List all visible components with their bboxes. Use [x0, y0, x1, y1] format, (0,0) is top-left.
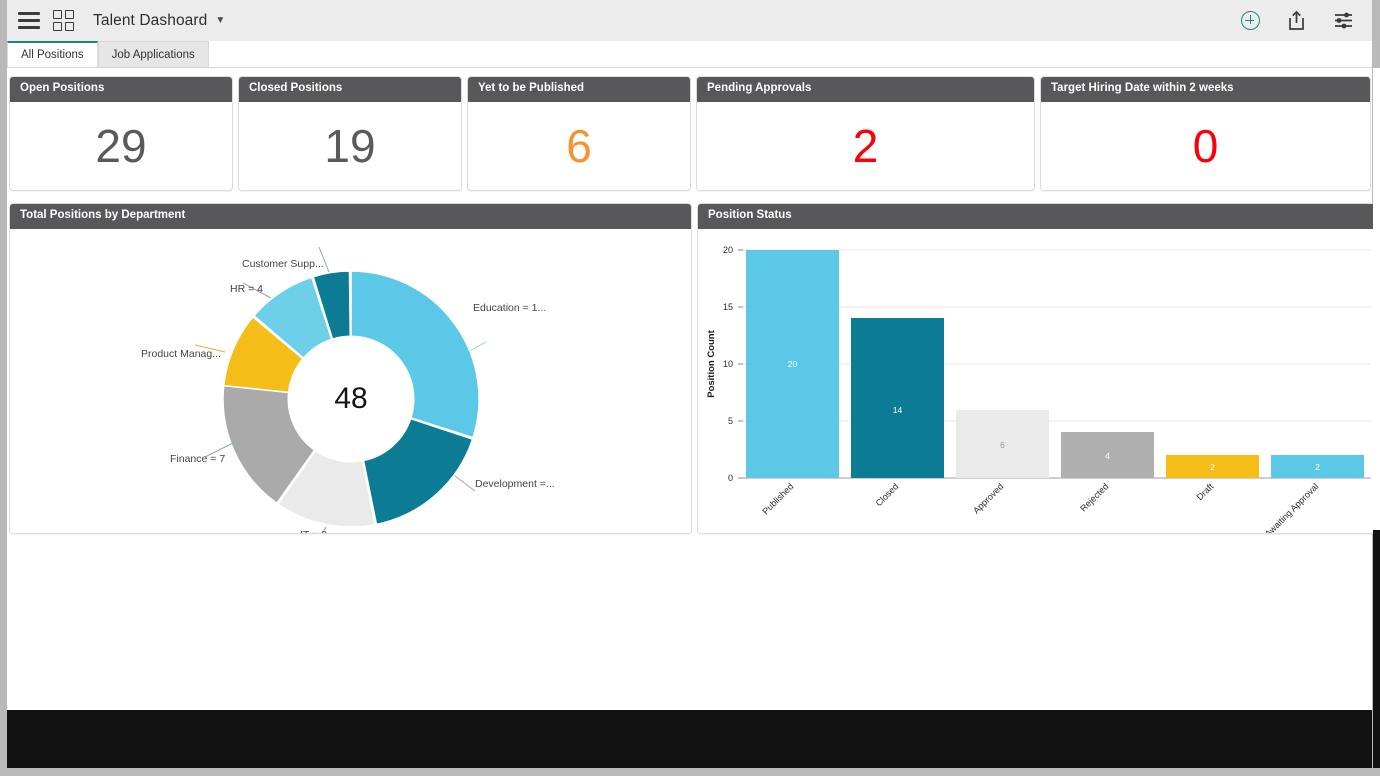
y-tick-20: 20 [723, 245, 733, 255]
donut-label-it: IT = 8 [300, 529, 327, 534]
bottom-status-bar [7, 710, 1372, 768]
bar-value-rejected: 4 [1105, 451, 1110, 461]
bar-value-published: 20 [788, 359, 798, 369]
x-tick-draft: Draft [1195, 480, 1216, 501]
kpi-card-pending-approvals[interactable]: Pending Approvals 2 [696, 76, 1035, 191]
grid-apps-icon[interactable] [53, 10, 74, 31]
kpi-title: Target Hiring Date within 2 weeks [1041, 77, 1370, 102]
kpi-title: Yet to be Published [468, 77, 690, 102]
kpi-title: Closed Positions [239, 77, 461, 102]
y-tick-0: 0 [728, 473, 733, 483]
x-tick-closed: Closed [874, 481, 901, 508]
bar-chart-svg: 20 15 10 5 0 Position Count 20 14 6 4 2 … [706, 245, 1371, 534]
donut-label-customer-support: Customer Supp... [242, 257, 324, 270]
bar-chart-y-axis-label: Position Count [706, 329, 717, 397]
bar-value-closed: 14 [893, 405, 903, 415]
donut-slice-education[interactable] [350, 269, 480, 439]
panel-title: Total Positions by Department [10, 204, 691, 229]
app-toolbar: Talent Dashoard ▼ [7, 0, 1372, 41]
kpi-card-open-positions[interactable]: Open Positions 29 [9, 76, 233, 191]
donut-label-finance: Finance = 7 [170, 452, 226, 465]
x-tick-awaiting-approval: Awaiting Approval [1263, 481, 1321, 534]
tab-job-applications[interactable]: Job Applications [97, 41, 209, 67]
plus-circle-icon[interactable] [1241, 11, 1260, 30]
y-tick-15: 15 [723, 302, 733, 312]
donut-slice-development[interactable] [362, 417, 474, 525]
vertical-scrollbar-thumb[interactable] [1373, 530, 1380, 768]
donut-label-education: Education = 1... [473, 301, 547, 314]
bar-chart-x-ticks: Published Closed Approved Rejected Draft… [760, 480, 1321, 534]
tab-all-positions[interactable]: All Positions [7, 41, 98, 67]
bar-chart-y-ticks: 20 15 10 5 0 [723, 245, 743, 483]
application-window: Talent Dashoard ▼ All Positions Job Appl… [0, 0, 1380, 776]
donut-label-development: Development =... [475, 477, 555, 490]
bar-value-awaiting-approval: 2 [1315, 462, 1320, 472]
donut-label-hr: HR = 4 [230, 282, 263, 295]
share-export-icon[interactable] [1287, 10, 1306, 31]
panel-position-status: Position Status 20 15 10 5 0 Position Co… [697, 203, 1380, 534]
panel-title: Position Status [698, 204, 1379, 229]
bar-chart[interactable]: 20 15 10 5 0 Position Count 20 14 6 4 2 … [698, 228, 1379, 534]
kpi-value: 29 [95, 119, 147, 172]
bar-value-approved: 6 [1000, 440, 1005, 450]
x-tick-approved: Approved [971, 481, 1005, 515]
kpi-card-closed-positions[interactable]: Closed Positions 19 [238, 76, 462, 191]
donut-chart[interactable]: 48 Education = 1... Development =... IT … [10, 228, 691, 534]
tab-bar: All Positions Job Applications [7, 41, 1372, 68]
page-title: Talent Dashoard [93, 11, 208, 29]
tab-all-positions-label: All Positions [21, 49, 84, 61]
bar-value-draft: 2 [1210, 462, 1215, 472]
x-tick-published: Published [760, 481, 795, 516]
window-frame-left [0, 0, 7, 776]
panel-total-positions-by-department: Total Positions by Department 48 Educati… [9, 203, 692, 534]
kpi-title: Open Positions [10, 77, 232, 102]
donut-center-total: 48 [334, 381, 368, 415]
kpi-value: 2 [852, 119, 879, 172]
chevron-down-icon[interactable]: ▼ [215, 15, 225, 26]
y-tick-10: 10 [723, 359, 733, 369]
sliders-settings-icon[interactable] [1333, 11, 1354, 30]
donut-leader-lines [467, 341, 487, 352]
tab-job-applications-label: Job Applications [111, 48, 195, 61]
kpi-value: 19 [324, 119, 376, 172]
dashboard-surface: Open Positions 29 Closed Positions 19 Ye… [7, 68, 1380, 710]
kpi-value: 6 [566, 119, 592, 172]
kpi-card-row: Open Positions 29 Closed Positions 19 Ye… [7, 76, 1372, 191]
bar-closed[interactable] [851, 317, 944, 478]
hamburger-menu-icon[interactable] [18, 12, 40, 29]
kpi-card-target-hiring-date[interactable]: Target Hiring Date within 2 weeks 0 [1040, 76, 1371, 191]
kpi-card-yet-to-be-published[interactable]: Yet to be Published 6 [467, 76, 691, 191]
y-tick-5: 5 [728, 416, 733, 426]
donut-label-product-management: Product Manag... [141, 347, 221, 360]
kpi-value: 0 [1192, 119, 1219, 172]
kpi-title: Pending Approvals [697, 77, 1034, 102]
x-tick-rejected: Rejected [1078, 481, 1110, 513]
